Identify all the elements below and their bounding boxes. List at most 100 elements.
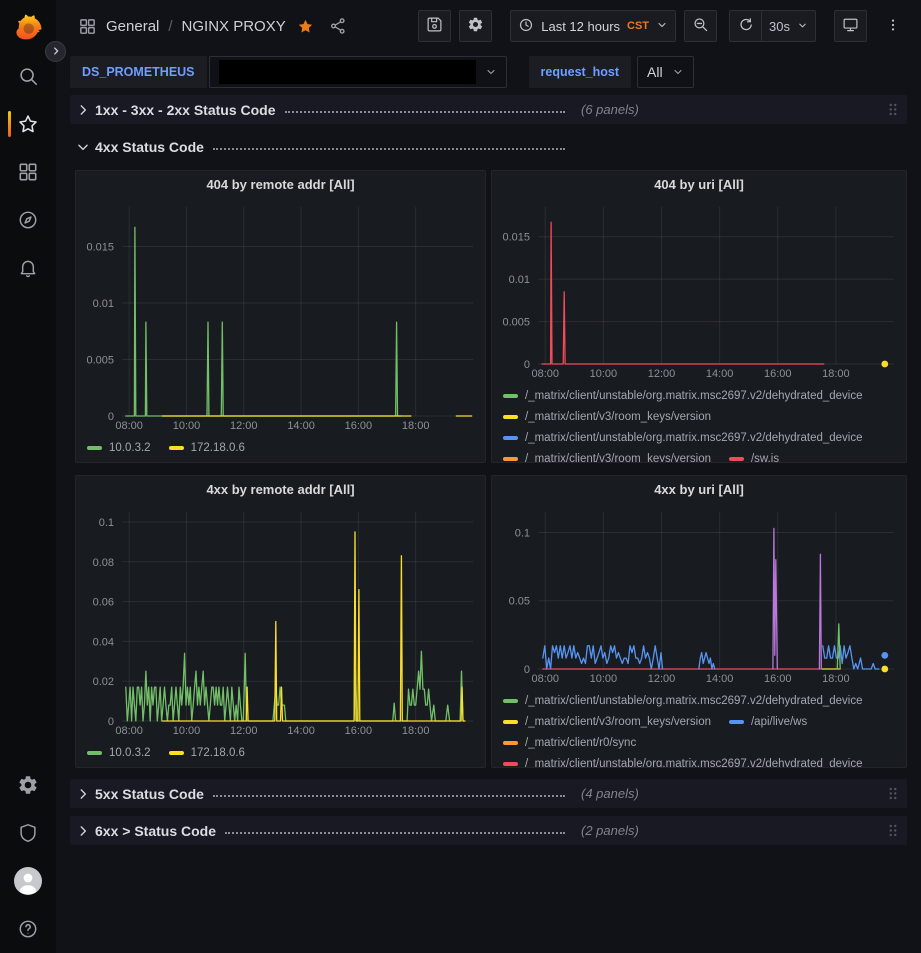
cycle-view-mode-button[interactable] bbox=[834, 10, 867, 42]
breadcrumb-section[interactable]: General bbox=[106, 18, 159, 35]
share-icon[interactable] bbox=[329, 17, 347, 35]
legend-series-label: /_matrix/client/unstable/org.matrix.msc2… bbox=[525, 390, 863, 402]
legend-series-label: /_matrix/client/r0/sync bbox=[525, 737, 636, 749]
panel-title[interactable]: 404 by uri [All] bbox=[492, 171, 906, 197]
svg-text:10:00: 10:00 bbox=[173, 420, 201, 432]
svg-text:16:00: 16:00 bbox=[764, 368, 792, 380]
legend-item[interactable]: /_matrix/client/v3/room_keys/version bbox=[503, 448, 711, 462]
legend-item[interactable]: /sw.js bbox=[729, 448, 779, 462]
top-navbar: General / NGINX PROXY Last 12 h bbox=[56, 0, 921, 52]
row-drag-handle-icon[interactable] bbox=[887, 785, 899, 802]
panel-title[interactable]: 4xx by remote addr [All] bbox=[76, 476, 485, 502]
legend-series-label: /_matrix/client/unstable/org.matrix.msc2… bbox=[525, 758, 863, 768]
chevron-down-icon bbox=[672, 66, 684, 78]
shield-icon bbox=[17, 822, 39, 844]
svg-text:0.005: 0.005 bbox=[86, 355, 114, 367]
zoom-out-time-button[interactable] bbox=[684, 10, 717, 42]
panel-404-by-remote-addr: 404 by remote addr [All] 08:00 10:00 12:00… bbox=[75, 170, 486, 463]
svg-text:0.05: 0.05 bbox=[509, 596, 530, 608]
time-series-chart[interactable]: 08:0010:0012:0014:0016:0018:0000.050.1 bbox=[492, 502, 906, 687]
sidebar-item-server-admin[interactable] bbox=[0, 809, 56, 857]
favorite-star-icon[interactable] bbox=[297, 18, 314, 35]
legend-item[interactable]: /_matrix/client/r0/sync bbox=[503, 732, 636, 753]
legend-item[interactable]: 10.0.3.2 bbox=[87, 742, 151, 763]
refresh-interval-dropdown[interactable]: 30s bbox=[761, 10, 816, 42]
svg-text:0: 0 bbox=[108, 411, 114, 423]
panel-4xx-by-remote-addr: 4xx by remote addr [All] 08:0010:0012:00… bbox=[75, 475, 486, 768]
time-range-label: Last 12 hours bbox=[541, 19, 620, 34]
time-series-chart[interactable]: 08:0010:0012:0014:0016:0018:0000.020.040… bbox=[76, 502, 485, 739]
legend-item[interactable]: /_matrix/client/unstable/org.matrix.msc2… bbox=[503, 753, 863, 767]
row-drag-handle-icon[interactable] bbox=[887, 101, 899, 118]
sidebar-item-dashboards[interactable] bbox=[0, 148, 56, 196]
breadcrumb-dashboard-title[interactable]: NGINX PROXY bbox=[182, 18, 286, 35]
chevron-right-icon bbox=[51, 43, 61, 61]
svg-text:14:00: 14:00 bbox=[287, 420, 315, 432]
sidebar-item-explore[interactable] bbox=[0, 196, 56, 244]
time-series-chart[interactable]: 08:0010:0012:0014:0016:0018:0000.0050.01… bbox=[76, 197, 485, 434]
refresh-interval-value: 30s bbox=[769, 19, 790, 34]
legend-item[interactable]: /_matrix/client/v3/room_keys/version bbox=[503, 711, 711, 732]
sidebar-item-profile[interactable] bbox=[0, 857, 56, 905]
chart-svg: 08:0010:0012:0014:0016:0018:0000.020.040… bbox=[76, 502, 485, 739]
chart-svg: 08:0010:0012:0014:0016:0018:0000.0050.01… bbox=[76, 197, 485, 434]
svg-text:08:00: 08:00 bbox=[115, 420, 143, 432]
kebab-menu-button[interactable] bbox=[877, 10, 909, 42]
refresh-button[interactable] bbox=[729, 10, 761, 42]
legend-series-swatch bbox=[503, 394, 518, 398]
legend-series-swatch bbox=[169, 446, 184, 450]
sidebar-item-configuration[interactable] bbox=[0, 761, 56, 809]
sidebar-expand-button[interactable] bbox=[45, 41, 66, 62]
row-1xx-3xx-2xx[interactable]: 1xx - 3xx - 2xx Status Code (6 panels) bbox=[70, 95, 907, 124]
datasource-select[interactable] bbox=[209, 56, 507, 88]
panel-title[interactable]: 4xx by uri [All] bbox=[492, 476, 906, 502]
bell-icon bbox=[17, 257, 39, 279]
row-6xx[interactable]: 6xx > Status Code (2 panels) bbox=[70, 816, 907, 845]
legend-series-label: 172.18.0.6 bbox=[191, 747, 245, 759]
legend-series-swatch bbox=[503, 457, 518, 461]
row-5xx[interactable]: 5xx Status Code (4 panels) bbox=[70, 779, 907, 808]
sidebar-item-help[interactable] bbox=[0, 905, 56, 953]
request-host-select[interactable]: All bbox=[637, 56, 694, 88]
variable-label-ds-prometheus[interactable]: DS_PROMETHEUS bbox=[70, 56, 207, 88]
legend-item[interactable]: /_matrix/client/unstable/org.matrix.msc2… bbox=[503, 427, 863, 448]
chart-svg: 08:0010:0012:0014:0016:0018:0000.050.1 bbox=[492, 502, 906, 687]
svg-text:12:00: 12:00 bbox=[230, 420, 258, 432]
panel-legend: /_matrix/client/unstable/org.matrix.msc2… bbox=[492, 382, 906, 462]
sidebar-item-alerting[interactable] bbox=[0, 244, 56, 292]
variable-label-request-host[interactable]: request_host bbox=[529, 56, 632, 88]
legend-item[interactable]: /api/live/ws bbox=[729, 711, 807, 732]
svg-text:12:00: 12:00 bbox=[648, 368, 676, 380]
legend-item[interactable]: /_matrix/client/unstable/org.matrix.msc2… bbox=[503, 690, 863, 711]
panel-legend: 10.0.3.2 172.18.0.6 bbox=[76, 434, 485, 462]
chevron-right-icon bbox=[76, 103, 90, 117]
svg-text:0: 0 bbox=[108, 716, 114, 728]
time-series-chart[interactable]: 08:0010:0012:0014:0016:0018:0000.0050.01… bbox=[492, 197, 906, 382]
request-host-value: All bbox=[647, 64, 663, 80]
svg-text:0.02: 0.02 bbox=[93, 676, 114, 688]
legend-item[interactable]: 172.18.0.6 bbox=[169, 437, 245, 458]
svg-text:14:00: 14:00 bbox=[706, 368, 734, 380]
svg-text:16:00: 16:00 bbox=[345, 420, 373, 432]
legend-item[interactable]: /_matrix/client/v3/room_keys/version bbox=[503, 406, 711, 427]
star-outline-icon bbox=[17, 113, 39, 135]
row-4xx[interactable]: 4xx Status Code bbox=[70, 132, 907, 161]
legend-item[interactable]: 10.0.3.2 bbox=[87, 437, 151, 458]
sidebar-item-starred[interactable] bbox=[0, 100, 56, 148]
svg-text:18:00: 18:00 bbox=[402, 725, 430, 737]
time-range-picker[interactable]: Last 12 hours CST bbox=[510, 10, 676, 42]
svg-text:10:00: 10:00 bbox=[590, 368, 618, 380]
legend-item[interactable]: 172.18.0.6 bbox=[169, 742, 245, 763]
save-dashboard-button[interactable] bbox=[418, 10, 451, 42]
clock-icon bbox=[518, 17, 534, 36]
svg-text:0: 0 bbox=[524, 664, 530, 676]
dashboard-settings-button[interactable] bbox=[459, 10, 492, 42]
panel-title[interactable]: 404 by remote addr [All] bbox=[76, 171, 485, 197]
dashboard-variables-bar: DS_PROMETHEUS request_host All bbox=[56, 52, 921, 92]
row-drag-handle-icon[interactable] bbox=[887, 822, 899, 839]
legend-series-label: 172.18.0.6 bbox=[191, 442, 245, 454]
legend-item[interactable]: /_matrix/client/unstable/org.matrix.msc2… bbox=[503, 385, 863, 406]
row-title: 1xx - 3xx - 2xx Status Code bbox=[95, 102, 276, 118]
svg-text:0.04: 0.04 bbox=[93, 636, 114, 648]
legend-series-swatch bbox=[729, 457, 744, 461]
